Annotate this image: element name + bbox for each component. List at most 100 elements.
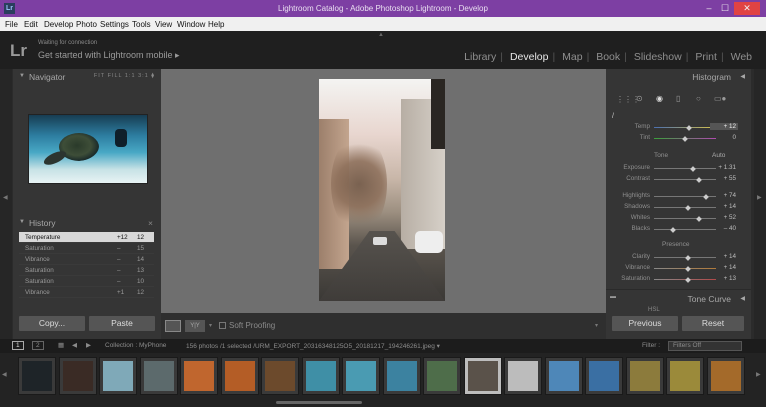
previous-button[interactable]: Previous (612, 316, 678, 331)
tint-slider[interactable] (654, 135, 716, 142)
shadows-slider-thumb[interactable] (685, 204, 692, 211)
back-arrow-icon[interactable]: ◀ (72, 341, 77, 349)
window-1-button[interactable]: 1 (12, 341, 24, 350)
navigator-zoom-options[interactable]: FIT FILL 1:1 3:1 ⧫ (94, 73, 155, 79)
blacks-slider-thumb[interactable] (670, 226, 677, 233)
module-web[interactable]: Web (731, 51, 752, 63)
filmstrip-thumbnail[interactable] (463, 357, 502, 395)
filmstrip-thumbnail[interactable] (18, 357, 56, 395)
temp-slider-thumb[interactable] (686, 124, 692, 131)
maximize-button[interactable]: ☐ (718, 2, 732, 15)
menu-edit[interactable]: Edit (24, 20, 38, 29)
filmstrip-thumbnail[interactable] (220, 357, 259, 395)
menu-file[interactable]: File (5, 20, 18, 29)
history-item[interactable]: Vibrance +1 12 (19, 287, 154, 298)
loupe-view-icon[interactable] (165, 320, 181, 332)
red-eye-icon[interactable]: ◉ (656, 94, 663, 103)
tint-slider-thumb[interactable] (682, 135, 688, 142)
menu-view[interactable]: View (155, 20, 172, 29)
temp-value[interactable]: + 12 (710, 123, 738, 130)
menu-settings[interactable]: Settings (100, 20, 129, 29)
filmstrip-thumbnail[interactable] (706, 357, 745, 395)
filmstrip-scroll-right-icon[interactable]: ▶ (756, 371, 761, 378)
filmstrip-thumbnail[interactable] (58, 357, 97, 395)
history-header[interactable]: ▼ History × (13, 215, 161, 231)
history-item[interactable]: Saturation – 10 (19, 276, 154, 287)
left-panel-toggle[interactable]: ◀ (0, 69, 12, 339)
saturation-slider[interactable] (654, 276, 716, 283)
history-item[interactable]: Saturation – 15 (19, 243, 154, 254)
exposure-slider-thumb[interactable] (689, 165, 696, 172)
filter-select[interactable]: Filters Off (668, 341, 742, 351)
shadows-slider[interactable] (654, 204, 716, 211)
grid-view-icon[interactable]: ▦ (58, 341, 64, 349)
forward-arrow-icon[interactable]: ▶ (86, 341, 91, 349)
filmstrip-info[interactable]: 156 photos /1 selected /URM_EXPORT_20316… (186, 342, 440, 350)
filmstrip-thumbnail[interactable] (342, 357, 380, 395)
main-photo[interactable] (319, 79, 445, 301)
menu-tools[interactable]: Tools (132, 20, 151, 29)
contrast-slider[interactable] (654, 176, 716, 183)
tone-curve-header[interactable]: ▬ Tone Curve ◀ (606, 291, 751, 307)
right-panel-toggle[interactable]: ▶ (754, 69, 766, 339)
spot-removal-icon[interactable]: ⊙ (636, 94, 643, 103)
radial-filter-icon[interactable]: ○ (696, 94, 701, 103)
filmstrip-thumbnail[interactable] (261, 357, 299, 395)
whites-slider[interactable] (654, 215, 716, 222)
menu-photo[interactable]: Photo (76, 20, 97, 29)
module-library[interactable]: Library (464, 51, 496, 63)
filmstrip-thumbnail[interactable] (180, 357, 218, 395)
filmstrip-thumbnail[interactable] (139, 357, 178, 395)
toolbar-menu-icon[interactable]: ▾ (595, 322, 598, 329)
highlights-slider[interactable] (654, 193, 716, 200)
filmstrip-thumbnail[interactable] (585, 357, 623, 395)
minimize-button[interactable]: – (700, 2, 718, 15)
paste-button[interactable]: Paste (89, 316, 155, 331)
history-item[interactable]: Vibrance – 14 (19, 254, 154, 265)
panel-switch-icon[interactable]: ▬ (610, 294, 616, 300)
reset-button[interactable]: Reset (682, 316, 744, 331)
chevron-down-icon[interactable]: ▾ (209, 322, 212, 329)
module-develop[interactable]: Develop (510, 51, 549, 63)
collapse-top-icon[interactable]: ▲ (378, 32, 384, 38)
temp-slider[interactable] (654, 124, 716, 131)
before-after-icon[interactable]: Y|Y (185, 320, 205, 332)
navigator-preview[interactable] (28, 114, 148, 184)
filmstrip-thumbnail[interactable] (301, 357, 340, 395)
history-item[interactable]: Temperature +12 12 (19, 232, 154, 243)
close-button[interactable]: ✕ (734, 2, 760, 15)
vibrance-slider-thumb[interactable] (685, 265, 692, 272)
collection-source[interactable]: Collection : MyPhone (105, 342, 166, 349)
module-print[interactable]: Print (695, 51, 717, 63)
adjustment-brush-icon[interactable]: ▭● (714, 94, 726, 103)
blacks-slider[interactable] (654, 226, 716, 233)
saturation-slider-thumb[interactable] (685, 276, 692, 283)
filmstrip-scroll-left-icon[interactable]: ◀ (2, 371, 7, 378)
highlights-slider-thumb[interactable] (703, 193, 709, 200)
filmstrip-thumbnail[interactable] (544, 357, 583, 395)
whites-slider-thumb[interactable] (696, 215, 702, 222)
histogram-header[interactable]: Histogram ◀ (606, 69, 751, 85)
hsl-tab[interactable]: HSL (648, 307, 660, 313)
menu-window[interactable]: Window (177, 20, 205, 29)
filmstrip-thumbnail[interactable] (666, 357, 704, 395)
module-map[interactable]: Map (562, 51, 582, 63)
filmstrip-thumbnail[interactable] (382, 357, 421, 395)
filmstrip-thumbnail[interactable] (99, 357, 137, 395)
menu-help[interactable]: Help (208, 20, 224, 29)
filmstrip-scrollbar[interactable] (276, 401, 362, 404)
vibrance-slider[interactable] (654, 265, 716, 272)
soft-proofing-checkbox[interactable] (219, 322, 226, 329)
graduated-filter-icon[interactable]: ▯ (676, 94, 680, 103)
navigator-header[interactable]: ▼ Navigator FIT FILL 1:1 3:1 ⧫ (13, 69, 161, 85)
auto-tone-button[interactable]: Auto (712, 152, 725, 159)
filmstrip-thumbnail[interactable] (504, 357, 542, 395)
menu-develop[interactable]: Develop (44, 20, 73, 29)
contrast-slider-thumb[interactable] (696, 176, 702, 183)
exposure-slider[interactable] (654, 165, 716, 172)
module-book[interactable]: Book (596, 51, 620, 63)
clarity-slider[interactable] (654, 254, 716, 261)
window-2-button[interactable]: 2 (32, 341, 44, 350)
history-item[interactable]: Saturation – 13 (19, 265, 154, 276)
filmstrip-thumbnail[interactable] (423, 357, 461, 395)
